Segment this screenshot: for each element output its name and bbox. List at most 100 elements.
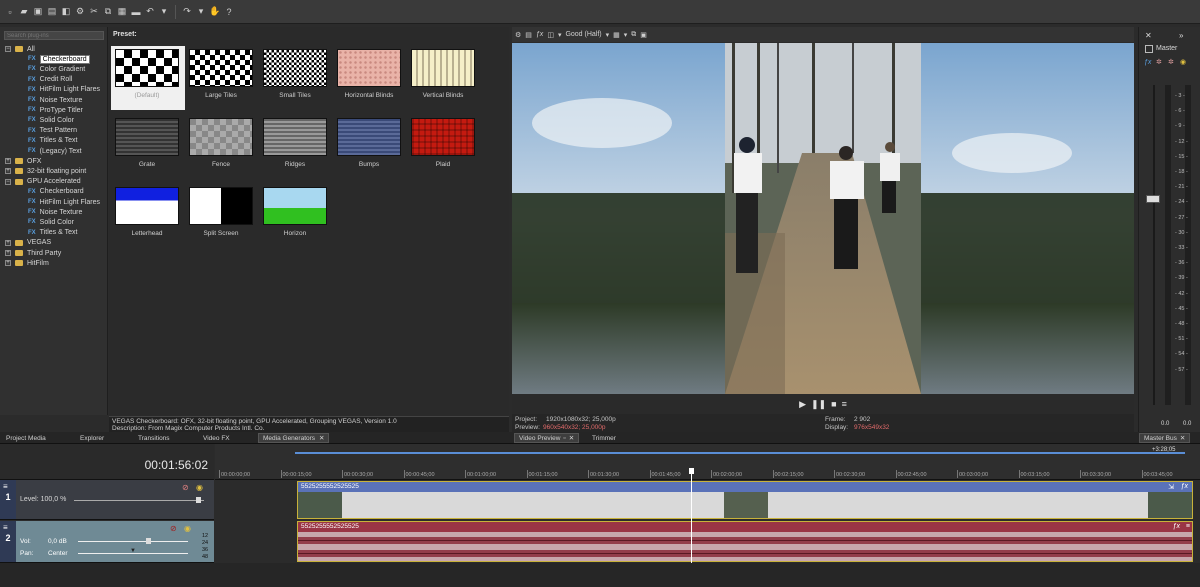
save-as-icon[interactable]: ▤ — [46, 6, 58, 18]
pause-icon[interactable]: ❚❚ — [811, 399, 826, 410]
tree-folder[interactable]: − All — [5, 44, 35, 54]
expand-icon[interactable]: + — [5, 168, 11, 175]
save-snapshot-icon[interactable]: ▣ — [640, 31, 647, 39]
video-level-handle[interactable] — [196, 497, 201, 503]
video-clip-pan-crop-icon[interactable]: ⇲ — [1168, 483, 1174, 491]
collapse-icon[interactable]: − — [5, 46, 11, 52]
audio-track-solo-icon[interactable]: ◉ — [184, 524, 191, 533]
tree-plugin[interactable]: FX Solid Color — [28, 217, 74, 227]
preview-quality-select[interactable]: Good (Half) — [565, 31, 601, 38]
preset-thumbnail[interactable] — [263, 118, 327, 156]
audio-track-mute-icon[interactable]: ⊘ — [170, 524, 177, 533]
properties-gear-icon[interactable]: ⚙ — [74, 6, 86, 18]
master-fx-icon[interactable]: ƒx — [1144, 59, 1151, 66]
master-close-icon[interactable]: ✕ — [1145, 31, 1152, 40]
audio-track-menu-icon[interactable]: ≡ — [3, 523, 8, 532]
video-track-solo-icon[interactable]: ◉ — [196, 483, 203, 492]
video-level-slider[interactable] — [74, 500, 204, 501]
video-track-mute-icon[interactable]: ⊘ — [182, 483, 189, 492]
delete-icon[interactable]: ▬ — [130, 6, 142, 18]
preset-thumbnail[interactable] — [263, 49, 327, 87]
tab-media-generators-close-icon[interactable]: ✕ — [319, 434, 324, 442]
preset-thumbnail[interactable] — [189, 187, 253, 225]
audio-track-header[interactable]: 2 ≡ ⊘ ◉ Vol: 0,0 dB Pan: Center ▼ 12 24 36… — [0, 521, 214, 563]
overlays-grid-icon[interactable]: ▦ — [613, 31, 620, 39]
tab-video-preview-restore-icon[interactable]: ▫ — [563, 435, 565, 442]
undo-dropdown-icon[interactable]: ▾ — [158, 6, 170, 18]
tree-plugin[interactable]: FX Checkerboard — [28, 187, 84, 197]
tree-plugin[interactable]: FX HitFilm Light Flares — [28, 197, 100, 207]
undo-icon[interactable]: ↶ — [144, 6, 156, 18]
overlays-dropdown-icon[interactable]: ▾ — [624, 31, 628, 39]
preset-thumbnail[interactable] — [115, 118, 179, 156]
preview-menu-icon[interactable]: ≡ — [842, 399, 847, 409]
tree-plugin[interactable]: FX Noise Texture — [28, 207, 82, 217]
video-fx-icon[interactable]: ƒx — [536, 31, 543, 38]
expand-icon[interactable]: + — [5, 250, 11, 256]
tab-master-bus[interactable]: Master Bus ✕ — [1139, 433, 1191, 443]
audio-clip-menu-icon[interactable]: ≡ — [1186, 523, 1190, 530]
vol-handle[interactable] — [146, 538, 151, 544]
master-fader-handle[interactable] — [1146, 195, 1160, 203]
master-solo-icon[interactable]: ✲ — [1168, 58, 1174, 66]
tree-folder[interactable]: +32-bit floating point — [5, 166, 86, 176]
preset-thumbnail[interactable] — [411, 49, 475, 87]
help-icon[interactable]: ? — [223, 6, 235, 18]
preset-thumbnail[interactable] — [263, 187, 327, 225]
pan-handle[interactable]: ▼ — [130, 548, 136, 554]
tree-plugin[interactable]: FX Credit Roll — [28, 75, 72, 85]
stop-icon[interactable]: ■ — [831, 399, 836, 409]
tree-plugin[interactable]: FX ProType Titler — [28, 105, 83, 115]
video-track-header[interactable]: 1 ≡ ⊘ ◉ Level: 100,0 % — [0, 480, 214, 520]
timecode-display[interactable]: 00:01:56:02 — [145, 458, 208, 472]
split-screen-icon[interactable]: ◫ — [547, 31, 554, 39]
tab-video-preview-close-icon[interactable]: ✕ — [569, 434, 574, 442]
master-automation-icon[interactable]: ◉ — [1180, 58, 1186, 66]
vol-slider[interactable] — [78, 541, 188, 542]
audio-clip-fx-icon[interactable]: ƒx — [1173, 523, 1180, 530]
master-checkbox[interactable] — [1145, 45, 1153, 53]
master-mute-icon[interactable]: ✲ — [1156, 58, 1162, 66]
master-more-icon[interactable]: » — [1179, 31, 1183, 40]
video-clip[interactable]: 5525255552525525 ⇲ ƒx — [297, 481, 1193, 519]
search-box[interactable] — [4, 31, 104, 40]
preset-thumbnail[interactable] — [337, 49, 401, 87]
save-icon[interactable]: ▣ — [32, 6, 44, 18]
tree-plugin[interactable]: FX Noise Texture — [28, 95, 82, 105]
tree-plugin[interactable]: FX Titles & Text — [28, 228, 77, 238]
preview-device-icon[interactable]: ▤ — [525, 31, 532, 39]
copy-snapshot-icon[interactable]: ⧉ — [631, 31, 636, 39]
tree-folder[interactable]: + OFX — [5, 156, 41, 166]
tree-plugin[interactable]: FX HitFilm Light Flares — [28, 85, 100, 95]
redo-icon[interactable]: ↷ — [181, 6, 193, 18]
new-file-icon[interactable]: ▫ — [4, 6, 16, 18]
preset-thumbnail[interactable] — [337, 118, 401, 156]
preset-thumbnail[interactable] — [189, 49, 253, 87]
tab-transitions[interactable]: Transitions — [134, 433, 174, 443]
tree-plugin[interactable]: FX Titles & Text — [28, 136, 77, 146]
render-icon[interactable]: ◧ — [60, 6, 72, 18]
timeline-ruler[interactable]: +3:28;05 00:00:00;00 00:00:15;00 00:00:30;… — [215, 444, 1200, 480]
paste-icon[interactable]: ▦ — [116, 6, 128, 18]
tree-plugin[interactable]: FX Solid Color — [28, 115, 74, 125]
tree-plugin[interactable]: FX (Legacy) Text — [28, 146, 82, 156]
loop-region-bar[interactable] — [295, 452, 1185, 454]
cut-icon[interactable]: ✂ — [88, 6, 100, 18]
tree-folder[interactable]: − GPU Accelerated — [5, 177, 81, 187]
open-folder-icon[interactable]: ▰ — [18, 6, 30, 18]
tree-folder[interactable]: + Third Party — [5, 248, 61, 258]
tree-plugin[interactable]: FX Test Pattern — [28, 126, 77, 136]
preset-thumbnail[interactable] — [189, 118, 253, 156]
expand-icon[interactable]: + — [5, 260, 11, 267]
preset-thumbnail[interactable] — [115, 187, 179, 225]
video-clip-fx-icon[interactable]: ƒx — [1181, 483, 1188, 490]
quality-dropdown-icon[interactable]: ▾ — [606, 31, 610, 39]
tree-plugin[interactable]: FX Checkerboard — [28, 54, 90, 64]
redo-dropdown-icon[interactable]: ▾ — [195, 6, 207, 18]
preview-properties-gear-icon[interactable]: ⚙ — [515, 31, 521, 39]
expand-icon[interactable]: + — [5, 158, 11, 165]
preset-thumbnail[interactable] — [411, 118, 475, 156]
search-input[interactable] — [7, 32, 93, 39]
tab-video-fx[interactable]: Video FX — [199, 433, 234, 443]
tree-folder[interactable]: + HitFilm — [5, 258, 49, 268]
